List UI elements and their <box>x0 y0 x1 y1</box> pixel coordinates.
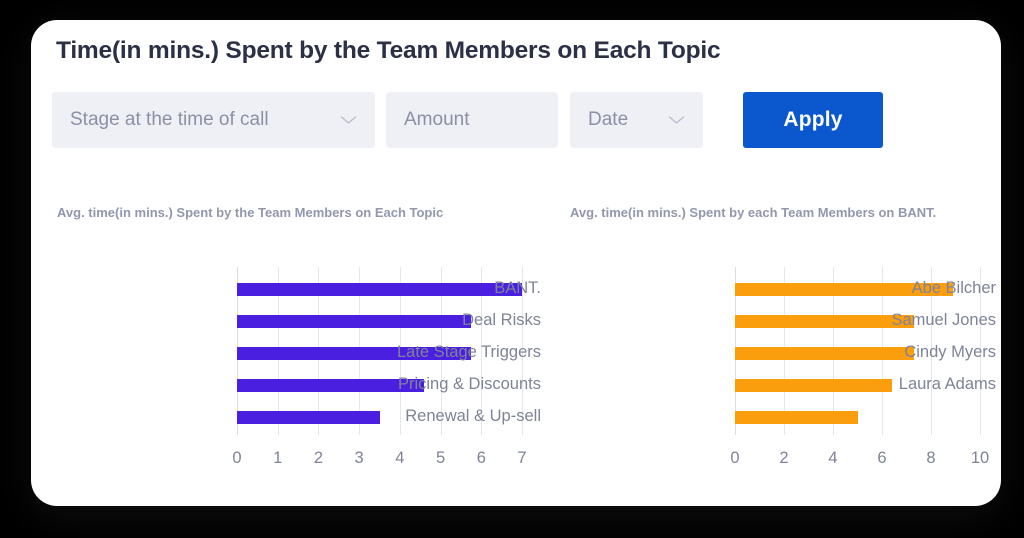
page-title: Time(in mins.) Spent by the Team Members… <box>56 37 721 64</box>
category-label: Deal Risks <box>462 311 541 329</box>
x-tick-label: 0 <box>730 449 740 467</box>
x-tick-label: 4 <box>395 449 405 467</box>
amount-filter-input[interactable]: Amount <box>386 92 558 148</box>
category-label: Abe Bilcher <box>911 279 996 297</box>
category-label: Cindy Myers <box>904 343 996 361</box>
x-tick-label: 6 <box>476 449 486 467</box>
chart-panel-topics: Avg. time(in mins.) Spent by the Team Me… <box>41 205 541 475</box>
x-tick-label: 10 <box>970 449 990 467</box>
stage-filter-label: Stage at the time of call <box>70 109 269 130</box>
filter-bar: Stage at the time of call Amount Date Ap… <box>41 92 991 148</box>
x-tick-label: 3 <box>354 449 364 467</box>
amount-filter-label: Amount <box>404 109 470 130</box>
x-tick-label: 4 <box>828 449 838 467</box>
x-tick-label: 5 <box>435 449 446 467</box>
bar[interactable] <box>735 411 858 424</box>
category-label: Samuel Jones <box>891 311 996 329</box>
chevron-down-icon <box>340 115 357 125</box>
date-filter-label: Date <box>588 109 629 130</box>
x-tick-label: 7 <box>517 449 527 467</box>
category-label: Pricing & Discounts <box>397 375 541 393</box>
chart-x-axis-topics: 0 1 2 3 4 5 6 7 <box>232 449 526 471</box>
chart-panel-bant: Avg. time(in mins.) Spent by each Team M… <box>556 205 996 475</box>
category-label: Late Stage Triggers <box>396 343 541 361</box>
chart-subtitle-topics: Avg. time(in mins.) Spent by the Team Me… <box>57 205 444 220</box>
category-label: Renewal & Up-sell <box>405 407 541 425</box>
chevron-down-icon <box>668 115 685 125</box>
stage-filter-dropdown[interactable]: Stage at the time of call <box>52 92 375 148</box>
dashboard-card: Time(in mins.) Spent by the Team Members… <box>31 20 1001 506</box>
category-label: Laura Adams <box>898 375 996 393</box>
x-tick-label: 1 <box>273 449 283 467</box>
chart-x-axis-bant: 0 2 4 6 8 10 <box>730 449 989 471</box>
chart-subtitle-bant: Avg. time(in mins.) Spent by each Team M… <box>570 205 937 220</box>
x-tick-label: 2 <box>313 449 324 467</box>
bar-row <box>735 411 980 424</box>
x-tick-label: 8 <box>926 449 936 467</box>
screen-root: Time(in mins.) Spent by the Team Members… <box>0 0 1024 538</box>
x-tick-label: 0 <box>232 449 242 467</box>
date-filter-dropdown[interactable]: Date <box>570 92 703 148</box>
x-tick-label: 2 <box>779 449 789 467</box>
apply-button[interactable]: Apply <box>743 92 883 148</box>
x-tick-label: 6 <box>877 449 887 467</box>
category-label: BANT. <box>494 279 541 297</box>
